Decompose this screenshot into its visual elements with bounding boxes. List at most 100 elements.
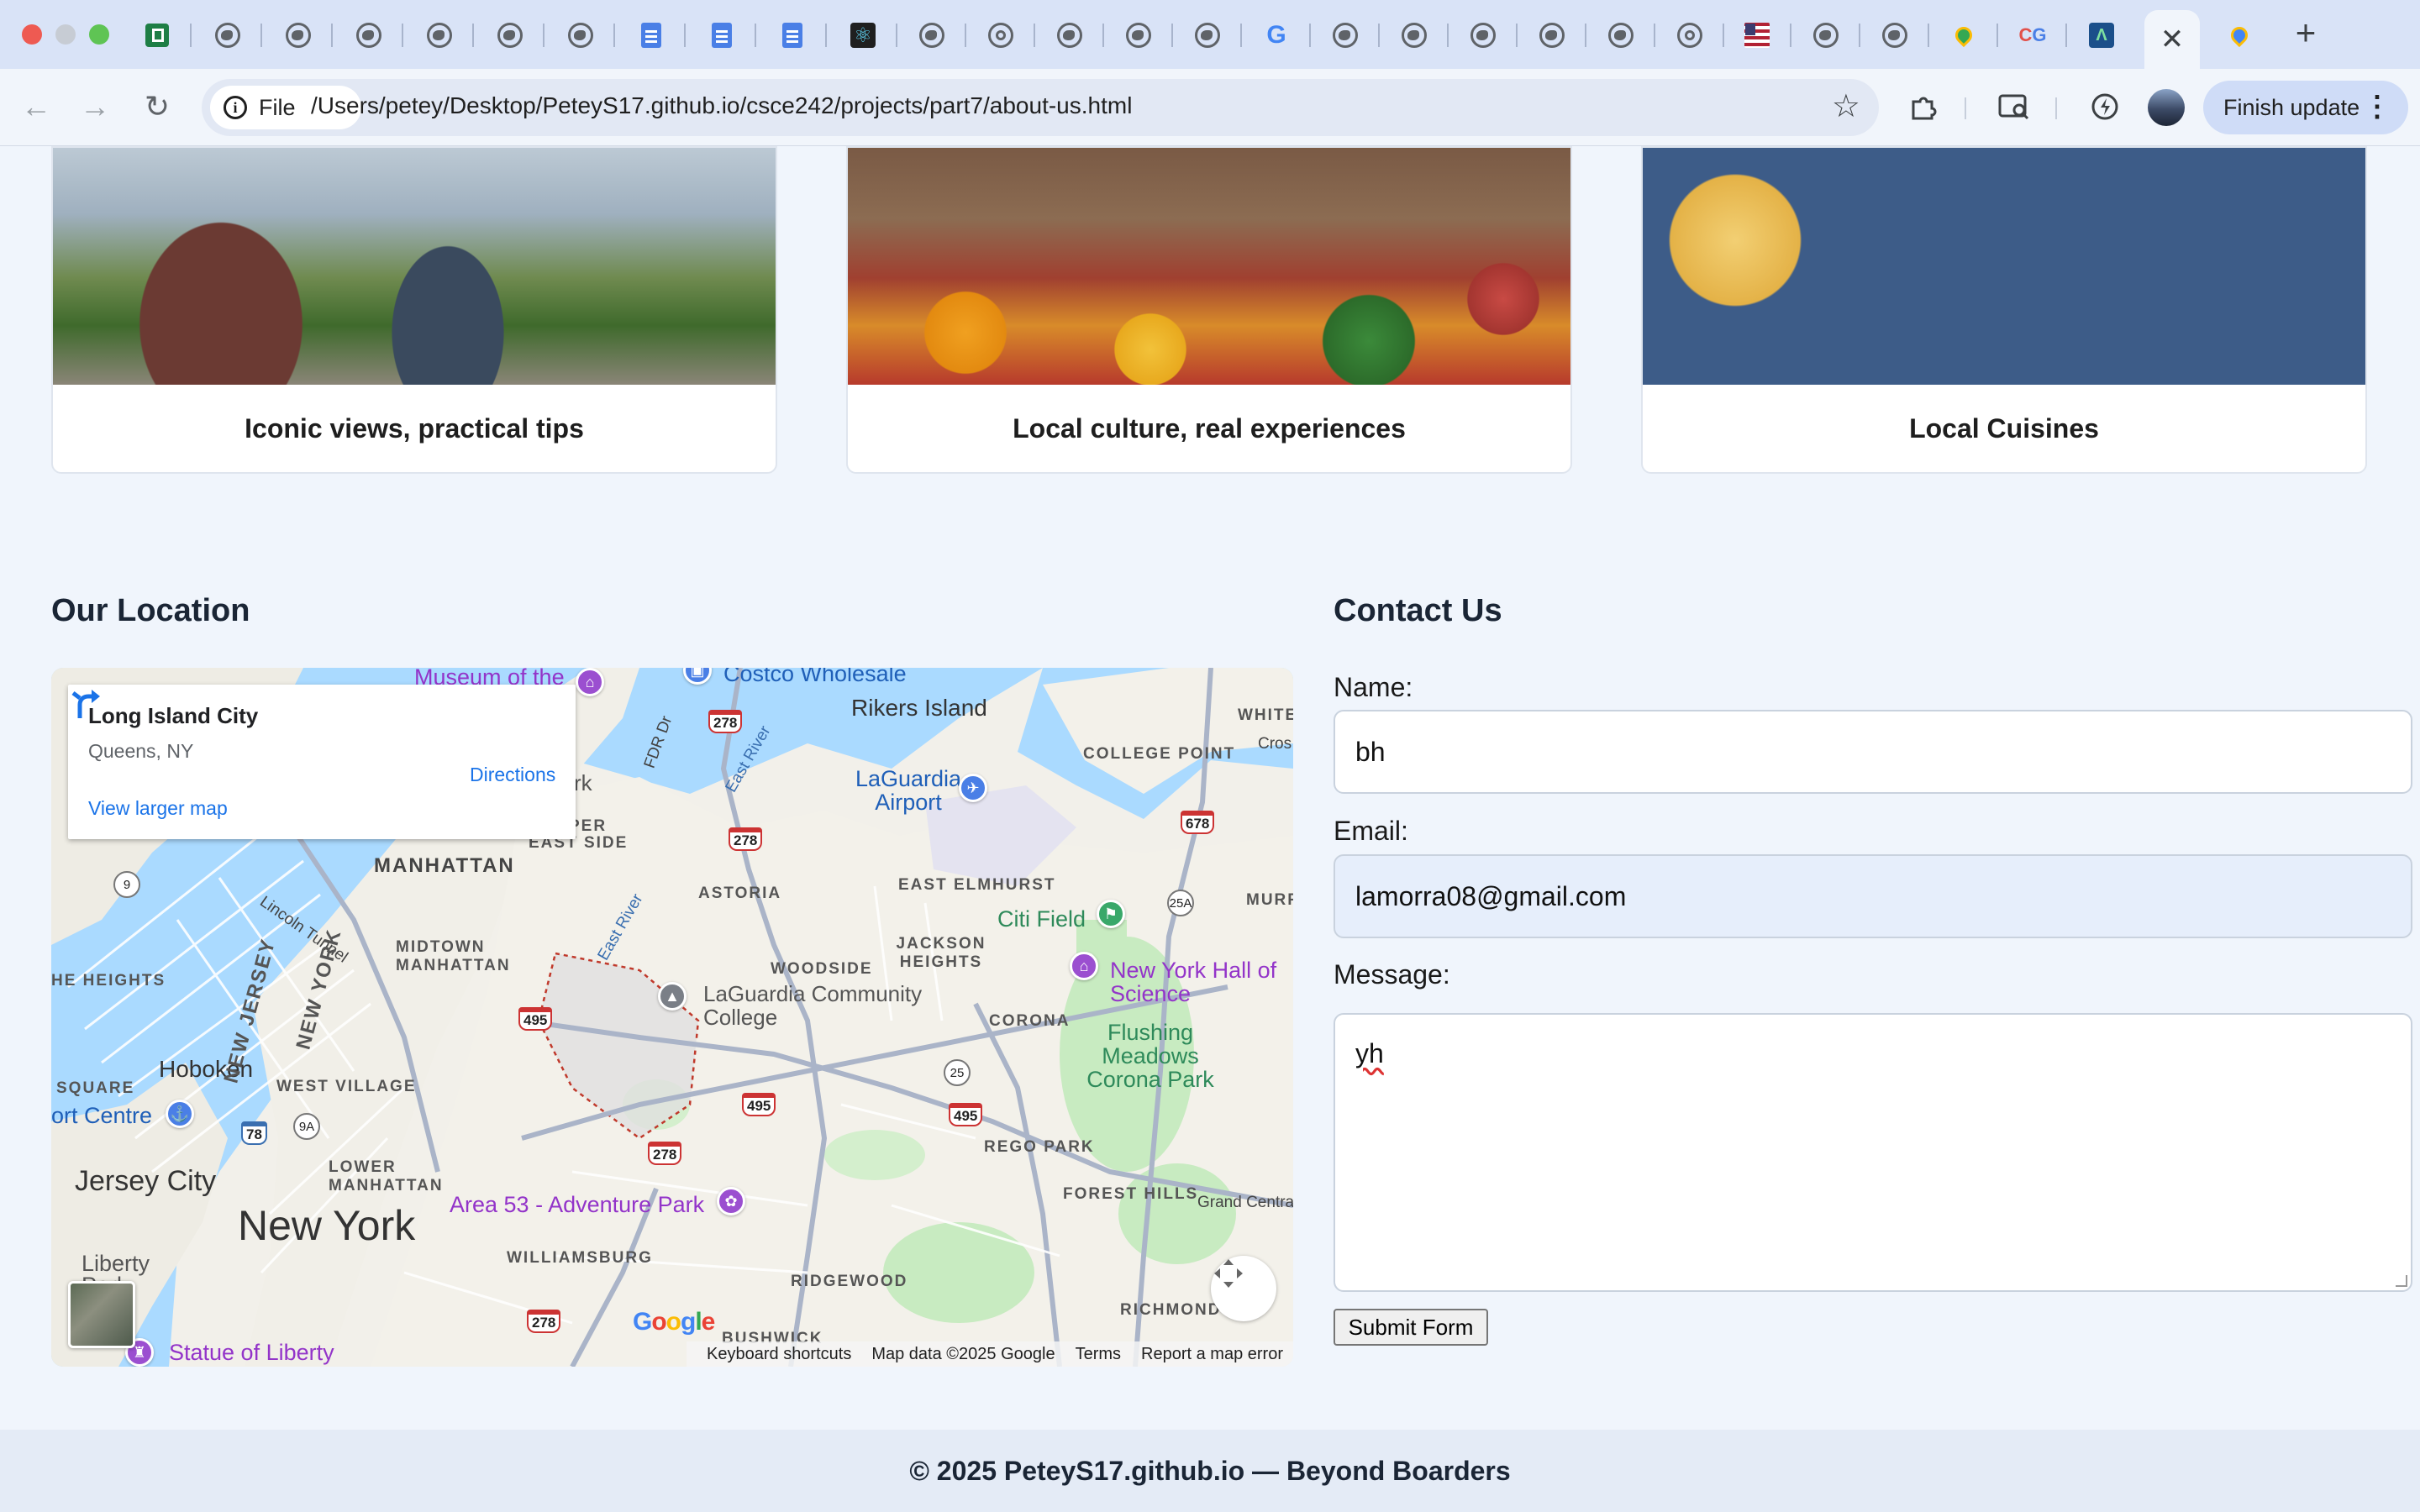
museum-pin-icon[interactable]: ⌂ [1070,952,1098,980]
terms-link[interactable]: Terms [1076,1345,1121,1364]
tab-react[interactable]: ⚛ [842,15,884,55]
globe-icon [1333,23,1358,48]
tab-globe-14[interactable] [1531,15,1573,55]
tab-globe-8[interactable] [1049,15,1091,55]
tab-globe-2[interactable] [277,15,319,55]
map-label-citi-field: Citi Field [997,906,1086,932]
tab-globe-17[interactable] [1874,15,1916,55]
map-label-costco: Costco Wholesale [723,668,907,686]
tab-globe-6[interactable] [560,15,602,55]
view-larger-map-link[interactable]: View larger map [88,797,228,820]
location-heading: Our Location [51,593,250,628]
tab-cg[interactable]: CG [2012,15,2054,55]
more-menu-icon[interactable]: ⋮ [2363,92,2391,121]
satellite-toggle-button[interactable] [68,1281,135,1348]
map-label-richmond: RICHMOND [1120,1301,1222,1319]
tab-docs-3[interactable] [771,15,813,55]
route-shield: 9A [293,1113,320,1140]
directions-icon[interactable] [68,685,105,722]
tab-globe-16[interactable] [1805,15,1847,55]
globe-icon [1608,23,1634,48]
card-title: Local Cuisines [1909,413,2099,444]
globe-icon [215,23,240,48]
map-label-port-centre: ort Centre [51,1103,153,1128]
report-error-link[interactable]: Report a map error [1141,1345,1283,1364]
email-value: lamorra08@gmail.com [1355,880,1627,911]
tab-globe-5[interactable] [489,15,531,55]
highway-shield: 78 [241,1121,267,1145]
map-label-new-york: New York [238,1202,416,1249]
contact-heading: Contact Us [1334,593,1502,628]
tab-chrome-2[interactable] [1669,15,1711,55]
tab-globe-1[interactable] [207,15,249,55]
park-pin-icon[interactable]: ✿ [717,1187,745,1215]
place-name: Long Island City [88,703,259,728]
tab-maps-1[interactable] [1943,15,1985,55]
card-title: Local culture, real experiences [1013,413,1406,444]
card-title: Iconic views, practical tips [245,413,584,444]
tab-app[interactable]: Λ [2081,15,2123,55]
map-label-lagcc: LaGuardia Community College [703,981,923,1030]
bookmark-star-icon[interactable]: ☆ [1832,87,1860,125]
tab-globe-3[interactable] [348,15,390,55]
url-text[interactable]: /Users/petey/Desktop/PeteyS17.github.io/… [311,92,1132,119]
performance-icon[interactable] [2086,87,2124,126]
museum-pin-icon[interactable]: ⌂ [576,668,604,696]
tab-globe-15[interactable] [1600,15,1642,55]
tab-globe-9[interactable] [1118,15,1160,55]
map-fullscreen-button[interactable] [1211,1256,1276,1321]
map-data-text: Map data ©2025 Google [871,1344,1055,1363]
name-field[interactable]: bh [1334,710,2412,794]
tab-flag[interactable] [1736,15,1778,55]
tab-docs-2[interactable] [701,15,743,55]
submit-button[interactable]: Submit Form [1334,1309,1488,1346]
tab-globe-13[interactable] [1462,15,1504,55]
tab-globe-12[interactable] [1393,15,1435,55]
embedded-map[interactable]: New York Jersey City Hoboken MANHATTAN M… [51,668,1293,1367]
tab-chrome-1[interactable] [980,15,1022,55]
school-pin-icon[interactable]: ▲ [658,982,687,1011]
tab-strip: ⚛ G CG Λ ✕ + [0,0,2420,69]
email-field[interactable]: lamorra08@gmail.com [1334,854,2412,938]
globe-icon [1195,23,1220,48]
reload-button[interactable]: ↻ [138,87,176,126]
highway-shield: 495 [742,1093,776,1116]
address-bar[interactable]: i File /Users/petey/Desktop/PeteyS17.git… [202,79,1879,136]
chrome-icon [988,23,1013,48]
textarea-resize-handle[interactable] [2396,1275,2407,1287]
new-tab-button[interactable]: + [2287,12,2324,54]
map-label-heights: HE HEIGHTS [51,972,166,990]
tab-docs-1[interactable] [630,15,672,55]
tab-globe-4[interactable] [418,15,460,55]
port-pin-icon[interactable]: ⚓ [166,1100,194,1128]
tab-sheets[interactable] [136,15,178,55]
finish-update-button[interactable]: Finish update ⋮ [2203,81,2408,134]
tab-maps-2[interactable] [2218,15,2260,55]
place-address: Queens, NY [88,740,194,762]
tab-globe-7[interactable] [911,15,953,55]
tab-search-icon[interactable] [1995,87,2033,126]
window-maximize-button[interactable] [89,24,109,45]
name-value: bh [1355,736,1386,767]
tab-google[interactable]: G [1255,15,1297,55]
directions-link[interactable]: Directions [470,764,555,786]
extensions-icon[interactable] [1904,87,1943,126]
globe-icon [1813,23,1839,48]
window-minimize-button[interactable] [55,24,76,45]
keyboard-shortcuts-link[interactable]: Keyboard shortcuts [707,1345,851,1364]
back-button[interactable]: ← [17,87,55,126]
map-label-manhattan: MANHATTAN [374,854,515,877]
message-textarea[interactable]: yh [1334,1013,2412,1292]
profile-avatar[interactable] [2148,89,2185,126]
tab-globe-11[interactable] [1324,15,1366,55]
message-value: yh [1355,1038,1384,1068]
window-close-button[interactable] [22,24,42,45]
airport-pin-icon[interactable]: ✈ [959,774,987,802]
tab-globe-10[interactable] [1186,15,1228,55]
map-label-east-elmhurst: EAST ELMHURST [898,876,1056,894]
globe-icon [919,23,944,48]
active-tab-close-icon[interactable]: ✕ [2144,10,2200,69]
forward-button[interactable]: → [76,87,114,126]
map-label-statue: Statue of Liberty [169,1340,334,1365]
stadium-pin-icon[interactable]: ⚑ [1097,900,1125,928]
